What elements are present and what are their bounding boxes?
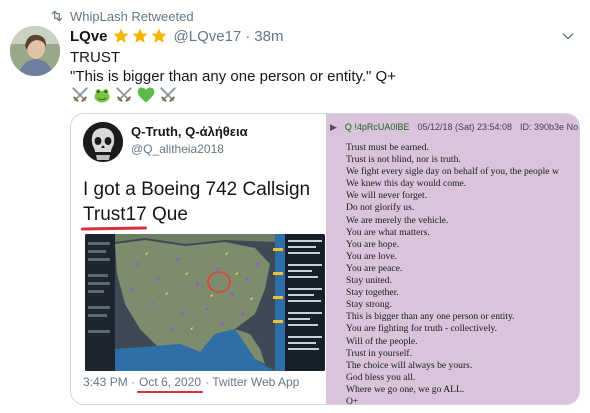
chevron-down-icon[interactable]: [560, 28, 576, 44]
post-line: Stay strong.: [346, 299, 392, 311]
post-line: Where we go one, we go ALL.: [346, 383, 465, 395]
post-line: You are peace.: [346, 262, 403, 274]
crossed-swords-icon: [116, 87, 132, 102]
post-line: The choice will always be yours.: [346, 359, 473, 371]
post-line: Do not glorify us.: [346, 202, 415, 214]
post-arrow: ▶: [330, 122, 337, 132]
post-line: This is bigger than any one person or en…: [346, 311, 515, 323]
crossed-swords-icon: [72, 87, 88, 102]
tweet-line-2: "This is bigger than any one person or e…: [70, 68, 396, 85]
post-line: We knew this day would come.: [346, 178, 467, 190]
post-line: Q+: [346, 395, 359, 405]
post-line: Trust must be earned.: [346, 142, 429, 153]
post-line: We are merely the vehicle.: [346, 214, 449, 226]
q-post-screenshot: ▶ Q !4pRcUA0lBE 05/12/18 (Sat) 23:54:08 …: [326, 114, 579, 405]
post-datetime: 05/12/18 (Sat) 23:54:08: [417, 122, 513, 132]
post-line: Will of the people.: [346, 335, 418, 347]
quoted-date: Oct 6, 2020: [137, 375, 204, 393]
tweet-time[interactable]: 38m: [254, 28, 283, 45]
star-icon: [151, 28, 167, 43]
post-line: Trust in yourself.: [346, 347, 413, 359]
retweet-icon: [51, 10, 63, 22]
separator-dot: ·: [245, 27, 251, 45]
crossed-swords-icon: [160, 87, 176, 102]
post-line: God bless you all.: [346, 371, 416, 383]
quoted-underlined-callsign: Trust17: [83, 204, 147, 225]
frog-icon: [94, 89, 110, 103]
emoji-row: [70, 85, 178, 105]
flight-map-image: [85, 234, 325, 371]
author-handle[interactable]: @LQve17: [174, 28, 242, 45]
post-header: ▶ Q !4pRcUA0lBE 05/12/18 (Sat) 23:54:08 …: [330, 122, 578, 133]
quoted-tweet-screenshot: Q-Truth, Q-άλήθεια @Q_alitheia2018 I got…: [71, 114, 326, 404]
quoted-time: 3:43 PM ·: [83, 375, 136, 389]
post-line: We fight every sigle day on behalf of yo…: [346, 166, 559, 178]
retweet-indicator: WhipLash Retweeted: [50, 7, 194, 25]
post-line: We will never forget.: [346, 190, 428, 202]
post-tripcode: Q !4pRcUA0lBE: [344, 122, 410, 132]
attached-image[interactable]: Q-Truth, Q-άλήθεια @Q_alitheia2018 I got…: [70, 113, 580, 405]
post-line: You are hope.: [346, 238, 400, 250]
post-id: ID: 390b3e No: [520, 122, 579, 132]
quoted-tweet-footer: 3:43 PM · Oct 6, 2020 · Twitter Web App: [83, 375, 300, 393]
quoted-tweet-text: I got a Boeing 742 Callsign Trust17 Que: [83, 177, 323, 227]
author-name[interactable]: LQve: [70, 28, 108, 45]
tweet-header: LQve @LQve17 · 38m: [70, 26, 283, 46]
retweet-label[interactable]: WhipLash Retweeted: [70, 9, 194, 24]
quoted-source: · Twitter Web App: [205, 375, 300, 389]
skull-avatar: [83, 122, 123, 162]
tweet-text: TRUST "This is bigger than any one perso…: [70, 48, 396, 86]
quoted-line-rest: Que: [146, 204, 188, 225]
post-line: Stay united.: [346, 275, 392, 287]
quoted-author-name: Q-Truth, Q-άλήθεια: [131, 124, 248, 139]
post-line: You are love.: [346, 250, 397, 262]
tweet-line-1: TRUST: [70, 49, 120, 66]
avatar[interactable]: [10, 26, 60, 76]
post-line: Stay together.: [346, 287, 399, 299]
star-icon: [113, 28, 129, 43]
post-line: You are what matters.: [346, 226, 430, 238]
quoted-line-1: I got a Boeing 742 Callsign: [83, 179, 311, 200]
star-badges: [112, 27, 168, 45]
star-icon: [132, 28, 148, 43]
quoted-author-handle: @Q_alitheia2018: [131, 142, 224, 156]
post-body: Trust must be earned. Trust is not blind,…: [346, 142, 559, 405]
post-line: You are fighting for truth - collectivel…: [346, 323, 498, 335]
green-heart-icon: [137, 87, 155, 103]
post-line: Trust is not blind, nor is truth.: [346, 154, 461, 166]
